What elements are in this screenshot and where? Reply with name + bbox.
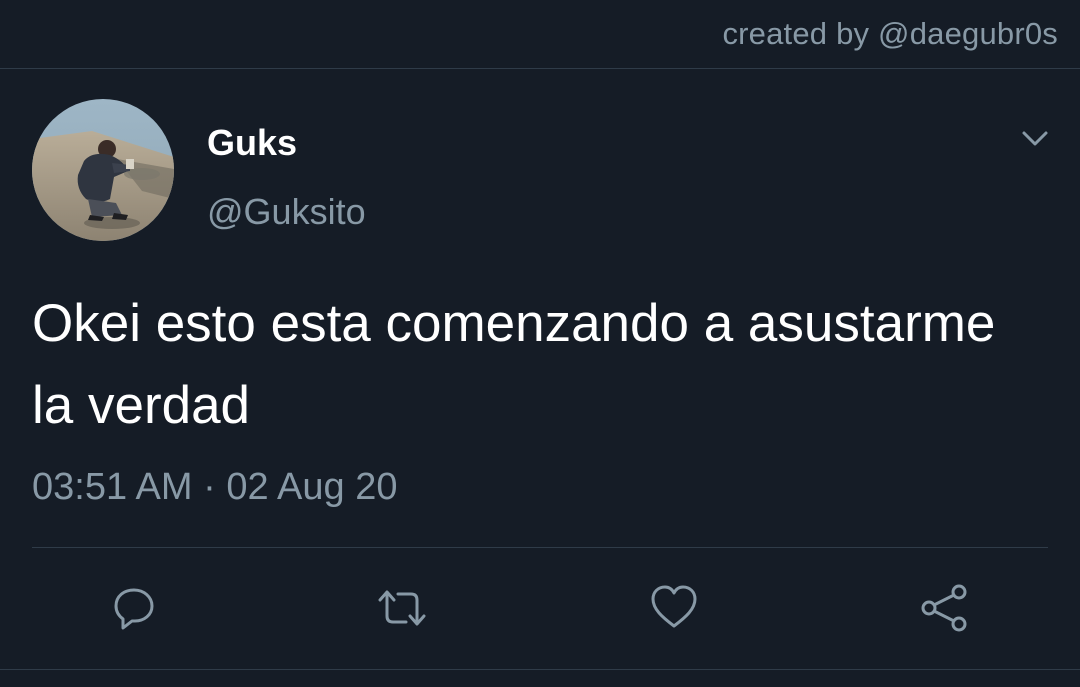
retweet-icon[interactable] [376, 582, 428, 634]
tweet-screenshot: created by @daegubr0s Guks @Guksito Okei… [0, 0, 1080, 687]
user-handle[interactable]: @Guksito [207, 191, 366, 233]
tweet-text: Okei esto esta comenzando a asustarme la… [32, 294, 996, 435]
tweet-timestamp[interactable]: 03:51 AM · 02 Aug 20 [32, 466, 398, 509]
avatar[interactable] [32, 99, 174, 241]
bottom-divider [0, 669, 1080, 670]
display-name[interactable]: Guks [207, 122, 297, 164]
share-icon[interactable] [918, 582, 970, 634]
chevron-down-icon[interactable] [1018, 124, 1052, 152]
creator-credit: created by @daegubr0s [722, 16, 1058, 51]
reply-icon[interactable] [108, 582, 160, 634]
creator-bar: created by @daegubr0s [0, 0, 1080, 69]
heart-icon[interactable] [648, 582, 700, 634]
divider [32, 547, 1048, 548]
